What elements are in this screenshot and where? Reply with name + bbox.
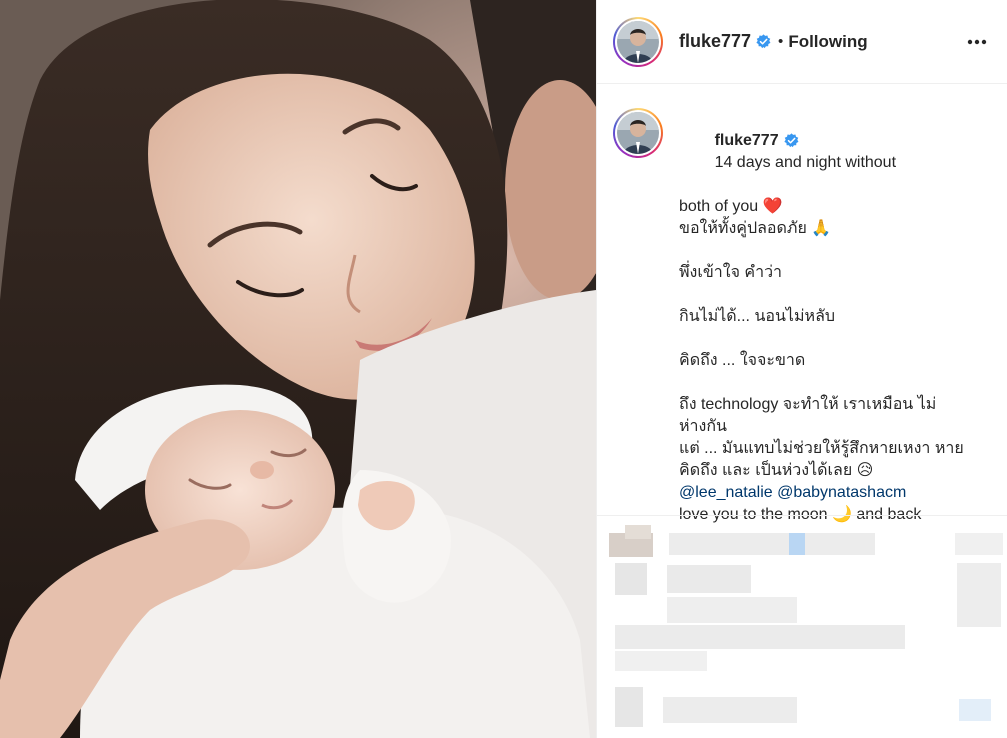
caption-line-4: พึ่งเข้าใจ คำว่า bbox=[679, 264, 783, 281]
author-avatar[interactable] bbox=[613, 16, 663, 67]
pray-emoji: 🙏 bbox=[811, 220, 832, 237]
author-username[interactable]: fluke777 bbox=[679, 31, 751, 52]
pixelated-text bbox=[663, 697, 797, 723]
photo-illustration bbox=[0, 0, 596, 738]
avatar-image bbox=[617, 112, 659, 154]
pixelated-avatar bbox=[615, 687, 643, 727]
verified-badge-icon bbox=[783, 133, 799, 148]
caption-line-6: คิดถึง ... ใจจะขาด bbox=[679, 352, 806, 369]
caption-line-10: คิดถึง และ เป็นห่วงได้เลย bbox=[679, 462, 853, 479]
caption-username[interactable]: fluke777 bbox=[715, 132, 779, 149]
caption-line-8: ห่างกัน bbox=[679, 418, 727, 435]
caption-line-1: 14 days and night without bbox=[714, 154, 897, 171]
avatar-image bbox=[617, 20, 659, 63]
caption-line-5: กินไม่ได้... นอนไม่หลับ bbox=[679, 308, 836, 325]
caption-text: fluke777 14 days and night without both … bbox=[679, 108, 989, 562]
verified-badge-icon bbox=[756, 34, 771, 49]
header-user-info: fluke777 • Following bbox=[679, 31, 868, 52]
comments-section-pixelated bbox=[597, 515, 1007, 738]
following-button[interactable]: Following bbox=[788, 32, 867, 52]
mention-babynatashacm[interactable]: @babynatashacm bbox=[777, 484, 906, 501]
post-side-panel: fluke777 • Following fluke777 14 days an… bbox=[596, 0, 1007, 738]
comments-divider bbox=[597, 515, 1007, 516]
pixelated-text bbox=[667, 565, 751, 593]
caption-line-3: ขอให้ทั้งคู่ปลอดภัย bbox=[679, 220, 807, 237]
post-photo[interactable] bbox=[0, 0, 596, 738]
caption-line-9: แต่ ... มันแทบไม่ช่วยให้รู้สึกหายเหงา หา… bbox=[679, 440, 964, 457]
separator-dot: • bbox=[778, 33, 784, 50]
pixelated-avatar bbox=[615, 563, 647, 595]
sad-emoji: 😥 bbox=[856, 462, 874, 479]
caption-line-2: both of you bbox=[679, 198, 759, 215]
caption-line-7: ถึง technology จะทำให้ เราเหมือน ไม่ bbox=[679, 396, 937, 413]
post-header: fluke777 • Following bbox=[597, 0, 1007, 84]
pixelated-text bbox=[615, 625, 905, 649]
more-options-icon[interactable] bbox=[963, 28, 991, 56]
mention-lee-natalie[interactable]: @lee_natalie bbox=[679, 484, 773, 501]
caption-author-avatar[interactable] bbox=[613, 108, 663, 158]
caption-section: fluke777 14 days and night without both … bbox=[597, 84, 1007, 562]
heart-emoji: ❤️ bbox=[762, 198, 783, 215]
pixelated-text bbox=[669, 533, 789, 555]
